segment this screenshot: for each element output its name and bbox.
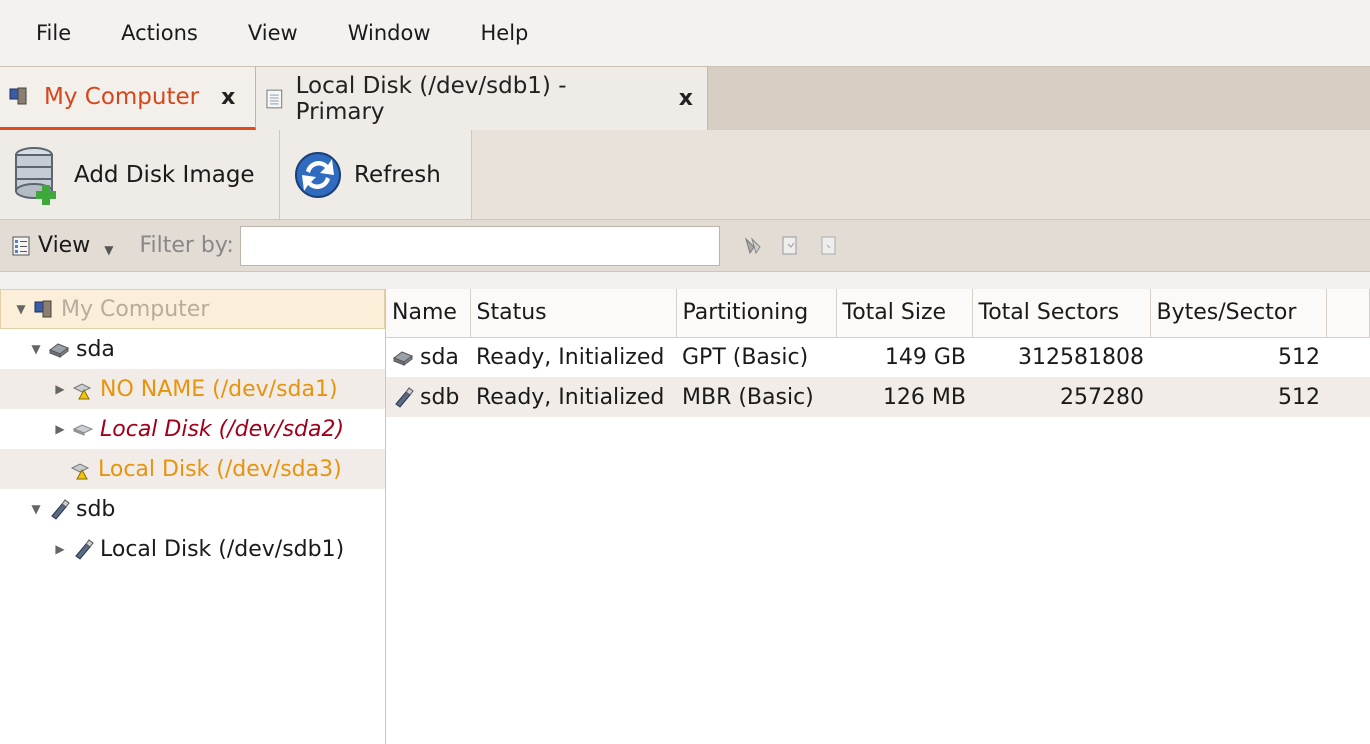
tab-bar: My Computer x Local Disk (/dev/sdb1) - P… [0, 66, 1370, 130]
column-header-status[interactable]: Status [470, 289, 677, 338]
view-list-icon [12, 236, 30, 255]
menu-bar: File Actions View Window Help [0, 0, 1370, 66]
menu-window[interactable]: Window [348, 21, 431, 45]
tree-item-sda2[interactable]: ▶ Local Disk (/dev/sda2) [0, 409, 385, 449]
tab-label: My Computer [44, 84, 200, 110]
column-header-bytes-sector[interactable]: Bytes/Sector [1150, 289, 1327, 338]
tree-item-label: Local Disk (/dev/sdb1) [100, 536, 345, 562]
tree-item-sda3[interactable]: Local Disk (/dev/sda3) [0, 449, 385, 489]
add-disk-image-button[interactable]: Add Disk Image [0, 130, 280, 219]
main-area: ▼ My Computer ▼ sda ▶ NO NAME (/dev/sda1… [0, 289, 1370, 744]
toolbar: Add Disk Image Refresh [0, 130, 1370, 220]
cell-bytes-sector: 512 [1278, 344, 1320, 370]
tree-item-label: My Computer [61, 296, 210, 322]
partition-icon [72, 424, 94, 436]
usb-drive-icon [75, 539, 94, 560]
tab-my-computer[interactable]: My Computer x [0, 67, 256, 130]
tab-local-disk-sdb1[interactable]: Local Disk (/dev/sdb1) - Primary x [256, 67, 708, 130]
cell-partitioning: MBR (Basic) [676, 377, 836, 417]
menu-file[interactable]: File [36, 21, 71, 45]
page-dropdown-icon[interactable] [780, 235, 802, 257]
tree-item-label: sda [76, 336, 115, 362]
cell-spacer [1326, 377, 1370, 417]
tab-close-button[interactable]: x [221, 85, 235, 110]
table-row[interactable]: sdb Ready, Initialized MBR (Basic) 126 M… [386, 377, 1370, 417]
usb-drive-icon [395, 387, 414, 408]
expand-down-icon[interactable]: ▼ [30, 502, 42, 516]
tree-item-sdb1[interactable]: ▶ Local Disk (/dev/sdb1) [0, 529, 385, 569]
column-header-total-size[interactable]: Total Size [836, 289, 973, 338]
table-header-row: Name Status Partitioning Total Size Tota… [386, 289, 1370, 338]
cell-bytes-sector: 512 [1150, 377, 1326, 417]
tree-item-label: Local Disk (/dev/sda2) [100, 416, 345, 442]
cell-spacer [1326, 337, 1370, 377]
tree-item-sda[interactable]: ▼ sda [0, 329, 385, 369]
database-add-icon [15, 146, 56, 205]
computer-icon [34, 300, 52, 318]
add-disk-image-label: Add Disk Image [74, 161, 255, 188]
cell-total-size: 126 MB [836, 377, 972, 417]
filter-actions [742, 235, 840, 257]
cell-name-text: sda [420, 344, 459, 370]
view-dropdown[interactable]: View ▼ [10, 233, 113, 258]
expand-right-icon[interactable]: ▶ [54, 542, 66, 556]
document-icon [266, 89, 283, 108]
tree-item-label: Local Disk (/dev/sda3) [98, 456, 342, 482]
cell-total-size: 149 GB [884, 344, 966, 370]
refresh-icon [295, 151, 341, 198]
filter-bar: View ▼ Filter by: [0, 220, 1370, 272]
disk-table: Name Status Partitioning Total Size Tota… [386, 289, 1370, 417]
expand-right-icon[interactable]: ▶ [54, 382, 66, 396]
tab-close-button[interactable]: x [679, 86, 693, 111]
menu-view[interactable]: View [248, 21, 298, 45]
ssd-drive-icon [392, 351, 414, 367]
filter-label: Filter by: [139, 233, 234, 258]
tree-item-label: sdb [76, 496, 116, 522]
name-cell: sdb [392, 385, 464, 410]
usb-drive-icon [51, 499, 70, 520]
cell-name-text: sdb [420, 384, 460, 410]
refresh-button[interactable]: Refresh [280, 130, 472, 219]
cell-name: sdb [386, 377, 470, 417]
expand-right-icon[interactable]: ▶ [54, 422, 66, 436]
tree-item-sda1[interactable]: ▶ NO NAME (/dev/sda1) [0, 369, 385, 409]
cell-status: Ready, Initialized [470, 377, 676, 417]
cell-partitioning: GPT (Basic) [682, 344, 809, 370]
cell-total-sectors: 312581808 [1018, 344, 1144, 370]
tree-item-my-computer[interactable]: ▼ My Computer [0, 289, 385, 329]
table-row[interactable]: sda Ready, Initialized GPT (Basic) 149 G… [386, 337, 1370, 377]
expand-down-icon[interactable]: ▼ [15, 302, 27, 316]
ssd-drive-icon [48, 343, 70, 358]
column-header-name[interactable]: Name [386, 289, 471, 338]
disk-table-area: Name Status Partitioning Total Size Tota… [386, 289, 1370, 744]
column-header-spacer [1326, 289, 1370, 338]
tree-item-label: NO NAME (/dev/sda1) [100, 376, 338, 402]
tree-item-sdb[interactable]: ▼ sdb [0, 489, 385, 529]
column-header-partitioning[interactable]: Partitioning [676, 289, 837, 338]
menu-actions[interactable]: Actions [121, 21, 198, 45]
expand-down-icon[interactable]: ▼ [30, 342, 42, 356]
chevron-down-icon: ▼ [104, 242, 114, 257]
cell-name: sda [386, 337, 470, 377]
column-header-total-sectors[interactable]: Total Sectors [972, 289, 1151, 338]
name-cell: sda [392, 345, 464, 370]
refresh-label: Refresh [354, 161, 441, 188]
clear-filter-icon[interactable] [742, 235, 764, 257]
view-label: View [38, 233, 91, 258]
device-tree: ▼ My Computer ▼ sda ▶ NO NAME (/dev/sda1… [0, 289, 386, 744]
filter-input[interactable] [239, 225, 720, 266]
computer-icon [9, 87, 27, 105]
cell-status: Ready, Initialized [476, 344, 665, 370]
partition-warning-icon [72, 383, 92, 400]
page-icon[interactable] [818, 235, 840, 257]
tab-label: Local Disk (/dev/sdb1) - Primary [295, 72, 567, 125]
cell-total-sectors: 257280 [972, 377, 1150, 417]
partition-warning-icon [70, 463, 90, 480]
menu-help[interactable]: Help [481, 21, 529, 45]
